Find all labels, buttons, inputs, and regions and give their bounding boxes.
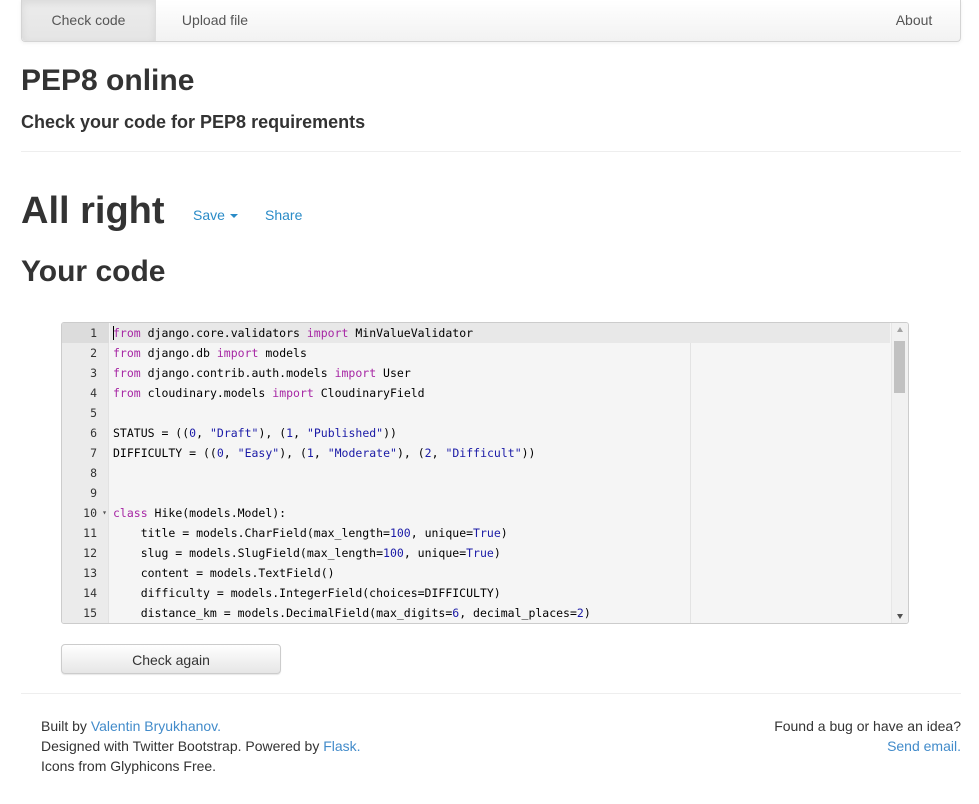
designed-text: Designed with Twitter Bootstrap. Powered…	[41, 738, 324, 754]
code-line[interactable]	[110, 483, 890, 503]
line-number: 11	[83, 526, 97, 540]
code-line[interactable]: slug = models.SlugField(max_length=100, …	[110, 543, 890, 563]
nav-upload-file[interactable]: Upload file	[157, 0, 273, 41]
code-line[interactable]: class Hike(models.Model):	[110, 503, 890, 523]
fold-toggle-icon[interactable]: ▾	[102, 503, 107, 523]
code-heading: Your code	[21, 255, 166, 288]
scroll-up-arrow-icon[interactable]	[897, 327, 903, 332]
code-text-area[interactable]: from django.core.validators import MinVa…	[110, 323, 890, 623]
code-line[interactable]: title = models.CharField(max_length=100,…	[110, 523, 890, 543]
code-line[interactable]: difficulty = models.IntegerField(choices…	[110, 583, 890, 603]
code-line[interactable]: from django.core.validators import MinVa…	[110, 323, 890, 343]
divider	[21, 151, 961, 152]
line-number: 4	[90, 386, 97, 400]
code-editor[interactable]: 1 2 3 4 5 6 7 8 9 10 ▾ 11 12 13 14 15 from django.core.…	[61, 322, 909, 624]
line-number: 6	[90, 426, 97, 440]
top-navbar: Check code Upload file About	[21, 0, 961, 42]
icons-credit: Icons from Glyphicons Free.	[41, 758, 217, 774]
caret-down-icon	[229, 214, 238, 219]
nav-check-code[interactable]: Check code	[22, 0, 156, 41]
code-line[interactable]: distance_km = models.DecimalField(max_di…	[110, 603, 890, 623]
line-number: 9	[90, 486, 97, 500]
code-line[interactable]: from cloudinary.models import Cloudinary…	[110, 383, 890, 403]
share-link[interactable]: Share	[265, 206, 302, 224]
designed-line: Designed with Twitter Bootstrap. Powered…	[41, 736, 361, 756]
bug-text: Found a bug or have an idea?	[774, 718, 961, 734]
check-again-button[interactable]: Check again	[61, 644, 281, 674]
built-by-line: Built by Valentin Bryukhanov.	[41, 716, 361, 736]
author-link[interactable]: Valentin Bryukhanov.	[91, 718, 221, 734]
line-number: 10 ▾	[62, 503, 109, 523]
line-number: 12	[83, 546, 97, 560]
line-number: 1	[62, 323, 109, 343]
line-number: 13	[83, 566, 97, 580]
vertical-scrollbar[interactable]	[891, 323, 908, 623]
line-number: 15	[83, 606, 97, 620]
built-by-text: Built by	[41, 718, 91, 734]
line-number: 3	[90, 366, 97, 380]
save-dropdown-button[interactable]: Save	[193, 206, 238, 224]
flask-link[interactable]: Flask.	[323, 738, 360, 754]
page-subtitle: Check your code for PEP8 requirements	[21, 112, 366, 132]
code-line[interactable]	[110, 463, 890, 483]
code-line[interactable]: content = models.TextField()	[110, 563, 890, 583]
line-number-gutter: 1 2 3 4 5 6 7 8 9 10 ▾ 11 12 13 14 15	[62, 323, 109, 623]
footer-feedback: Found a bug or have an idea? Send email.	[774, 716, 961, 756]
result-title: All right	[21, 190, 165, 232]
line-number: 5	[90, 406, 97, 420]
nav-about[interactable]: About	[868, 0, 960, 41]
scroll-down-arrow-icon[interactable]	[897, 614, 903, 619]
code-line[interactable]	[110, 403, 890, 423]
text-cursor	[113, 326, 114, 340]
line-number: 2	[90, 346, 97, 360]
page-title: PEP8 online	[21, 64, 195, 97]
save-label: Save	[193, 207, 225, 223]
scroll-thumb[interactable]	[894, 341, 905, 393]
code-line[interactable]: from django.db import models	[110, 343, 890, 363]
send-email-link[interactable]: Send email.	[887, 738, 961, 754]
footer-credits: Built by Valentin Bryukhanov. Designed w…	[41, 716, 361, 776]
line-number: 14	[83, 586, 97, 600]
code-line[interactable]: DIFFICULTY = ((0, "Easy"), (1, "Moderate…	[110, 443, 890, 463]
code-line[interactable]: STATUS = ((0, "Draft"), (1, "Published")…	[110, 423, 890, 443]
line-number: 8	[90, 466, 97, 480]
line-number: 7	[90, 446, 97, 460]
footer-divider	[21, 693, 961, 694]
code-line[interactable]: from django.contrib.auth.models import U…	[110, 363, 890, 383]
